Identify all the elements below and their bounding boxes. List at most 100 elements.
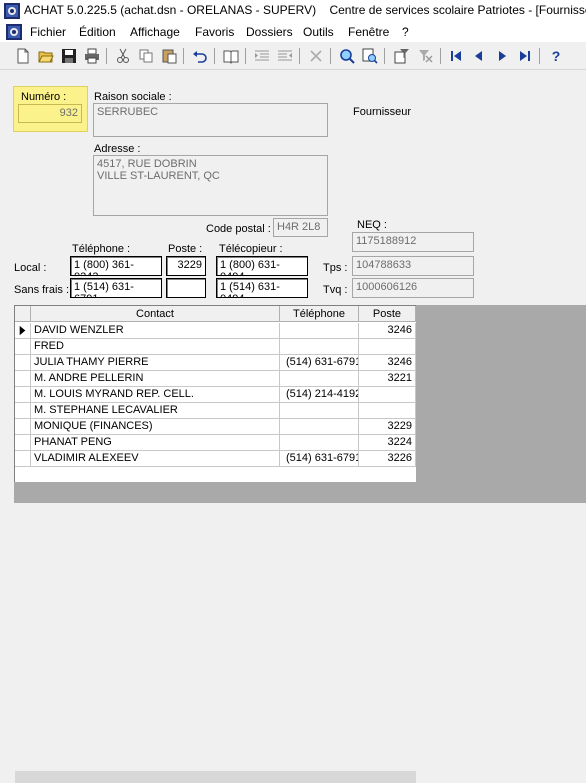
telephone-cell[interactable] <box>280 323 359 339</box>
contact-cell[interactable]: M. ANDRE PELLERIN <box>31 371 280 387</box>
document-window-icon[interactable] <box>6 24 22 40</box>
search-icon[interactable] <box>338 47 356 65</box>
contacts-grid[interactable]: Contact Téléphone Poste DAVID WENZLER 324… <box>14 305 416 783</box>
cut-icon[interactable] <box>114 47 132 65</box>
table-row[interactable]: MONIQUE (FINANCES) 3229 <box>15 419 416 435</box>
contact-cell[interactable]: MONIQUE (FINANCES) <box>31 419 280 435</box>
telephone-cell[interactable]: (514) 214-4192 <box>280 387 359 403</box>
table-row[interactable]: FRED <box>15 339 416 355</box>
menu-fichier[interactable]: Fichier <box>30 25 66 39</box>
poste-cell[interactable]: 3224 <box>359 435 416 451</box>
table-row[interactable]: VLADIMIR ALEXEEV (514) 631-6791 3226 <box>15 451 416 467</box>
contact-cell[interactable]: VLADIMIR ALEXEEV <box>31 451 280 467</box>
table-row[interactable]: JULIA THAMY PIERRE (514) 631-6791 3246 <box>15 355 416 371</box>
telephone-cell[interactable] <box>280 419 359 435</box>
menu-favoris[interactable]: Favoris <box>195 25 234 39</box>
raison-sociale-field[interactable]: SERRUBEC <box>93 103 328 137</box>
contact-cell[interactable]: PHANAT PENG <box>31 435 280 451</box>
menu-dossiers[interactable]: Dossiers <box>246 25 293 39</box>
previous-record-icon[interactable] <box>470 47 488 65</box>
row-selector[interactable] <box>15 451 31 467</box>
telephone-cell[interactable]: (514) 631-6791 <box>280 451 359 467</box>
local-label: Local : <box>14 262 47 274</box>
menu-outils[interactable]: Outils <box>303 25 334 39</box>
indent-icon[interactable] <box>253 47 271 65</box>
menu-fenetre[interactable]: Fenêtre <box>348 25 389 39</box>
poste-cell[interactable]: 3229 <box>359 419 416 435</box>
row-pointer-icon <box>19 325 26 336</box>
poste-cell[interactable] <box>359 403 416 419</box>
table-row[interactable]: M. ANDRE PELLERIN 3221 <box>15 371 416 387</box>
toolbar: ? <box>0 42 586 70</box>
poste-cell[interactable] <box>359 387 416 403</box>
sans-frais-label: Sans frais : <box>14 284 70 296</box>
row-selector[interactable] <box>15 435 31 451</box>
row-selector[interactable] <box>15 371 31 387</box>
contact-cell[interactable]: JULIA THAMY PIERRE <box>31 355 280 371</box>
sans-frais-telephone-field[interactable]: 1 (514) 631-6791 <box>70 278 162 298</box>
paste-icon[interactable] <box>160 47 178 65</box>
poste-cell[interactable]: 3246 <box>359 355 416 371</box>
row-selector[interactable] <box>15 387 31 403</box>
raison-sociale-label: Raison sociale : <box>94 91 172 103</box>
filter-icon[interactable] <box>393 47 411 65</box>
open-folder-icon[interactable] <box>37 47 55 65</box>
tps-field[interactable]: 104788633 <box>352 256 474 276</box>
poste-cell[interactable] <box>359 339 416 355</box>
sans-frais-poste-field[interactable] <box>166 278 206 298</box>
local-telephone-field[interactable]: 1 (800) 361-0243 <box>70 256 162 276</box>
row-selector[interactable] <box>15 355 31 371</box>
local-poste-field[interactable]: 3229 <box>166 256 206 276</box>
telephone-cell[interactable] <box>280 371 359 387</box>
menu-edition[interactable]: Édition <box>79 25 116 39</box>
contact-cell[interactable]: M. LOUIS MYRAND REP. CELL. <box>31 387 280 403</box>
print-icon[interactable] <box>83 47 101 65</box>
poste-cell[interactable]: 3246 <box>359 323 416 339</box>
sans-frais-telecopieur-field[interactable]: 1 (514) 631-0494 <box>216 278 308 298</box>
poste-cell[interactable]: 3226 <box>359 451 416 467</box>
menu-affichage[interactable]: Affichage <box>130 25 180 39</box>
table-row[interactable]: M. STEPHANE LECAVALIER <box>15 403 416 419</box>
row-selector[interactable] <box>15 419 31 435</box>
last-record-icon[interactable] <box>516 47 534 65</box>
row-selector[interactable] <box>15 403 31 419</box>
save-icon[interactable] <box>60 47 78 65</box>
first-record-icon[interactable] <box>447 47 465 65</box>
telephone-label: Téléphone : <box>72 243 131 255</box>
telephone-cell[interactable] <box>280 339 359 355</box>
contact-cell[interactable]: DAVID WENZLER <box>31 323 280 339</box>
copy-icon[interactable] <box>137 47 155 65</box>
undo-icon[interactable] <box>191 47 209 65</box>
toolbar-separator <box>299 48 300 64</box>
column-header-contact[interactable]: Contact <box>31 306 280 322</box>
menu-help[interactable]: ? <box>402 25 409 39</box>
table-row[interactable]: M. LOUIS MYRAND REP. CELL. (514) 214-4192 <box>15 387 416 403</box>
clear-filter-icon[interactable] <box>416 47 434 65</box>
table-row[interactable]: PHANAT PENG 3224 <box>15 435 416 451</box>
local-telecopieur-field[interactable]: 1 (800) 631-0494 <box>216 256 308 276</box>
contact-cell[interactable]: M. STEPHANE LECAVALIER <box>31 403 280 419</box>
column-header-telephone[interactable]: Téléphone <box>280 306 359 322</box>
telephone-cell[interactable] <box>280 435 359 451</box>
poste-cell[interactable]: 3221 <box>359 371 416 387</box>
delete-icon[interactable] <box>307 47 325 65</box>
numero-field[interactable]: 932 <box>18 104 82 123</box>
telephone-cell[interactable]: (514) 631-6791 <box>280 355 359 371</box>
column-header-poste[interactable]: Poste <box>359 306 416 322</box>
book-icon[interactable] <box>222 47 240 65</box>
new-document-icon[interactable] <box>14 47 32 65</box>
adresse-field[interactable]: 4517, RUE DOBRIN VILLE ST-LAURENT, QC <box>93 155 328 216</box>
table-row[interactable]: DAVID WENZLER 3246 <box>15 323 416 339</box>
app-icon <box>4 3 20 19</box>
telephone-cell[interactable] <box>280 403 359 419</box>
find-record-icon[interactable] <box>361 47 379 65</box>
help-icon[interactable]: ? <box>547 47 565 65</box>
next-record-icon[interactable] <box>493 47 511 65</box>
tvq-field[interactable]: 1000606126 <box>352 278 474 298</box>
contact-cell[interactable]: FRED <box>31 339 280 355</box>
outdent-icon[interactable] <box>276 47 294 65</box>
neq-field[interactable]: 1175188912 <box>352 232 474 252</box>
code-postal-field[interactable]: H4R 2L8 <box>273 218 328 237</box>
current-row-indicator[interactable] <box>15 323 31 339</box>
row-selector[interactable] <box>15 339 31 355</box>
